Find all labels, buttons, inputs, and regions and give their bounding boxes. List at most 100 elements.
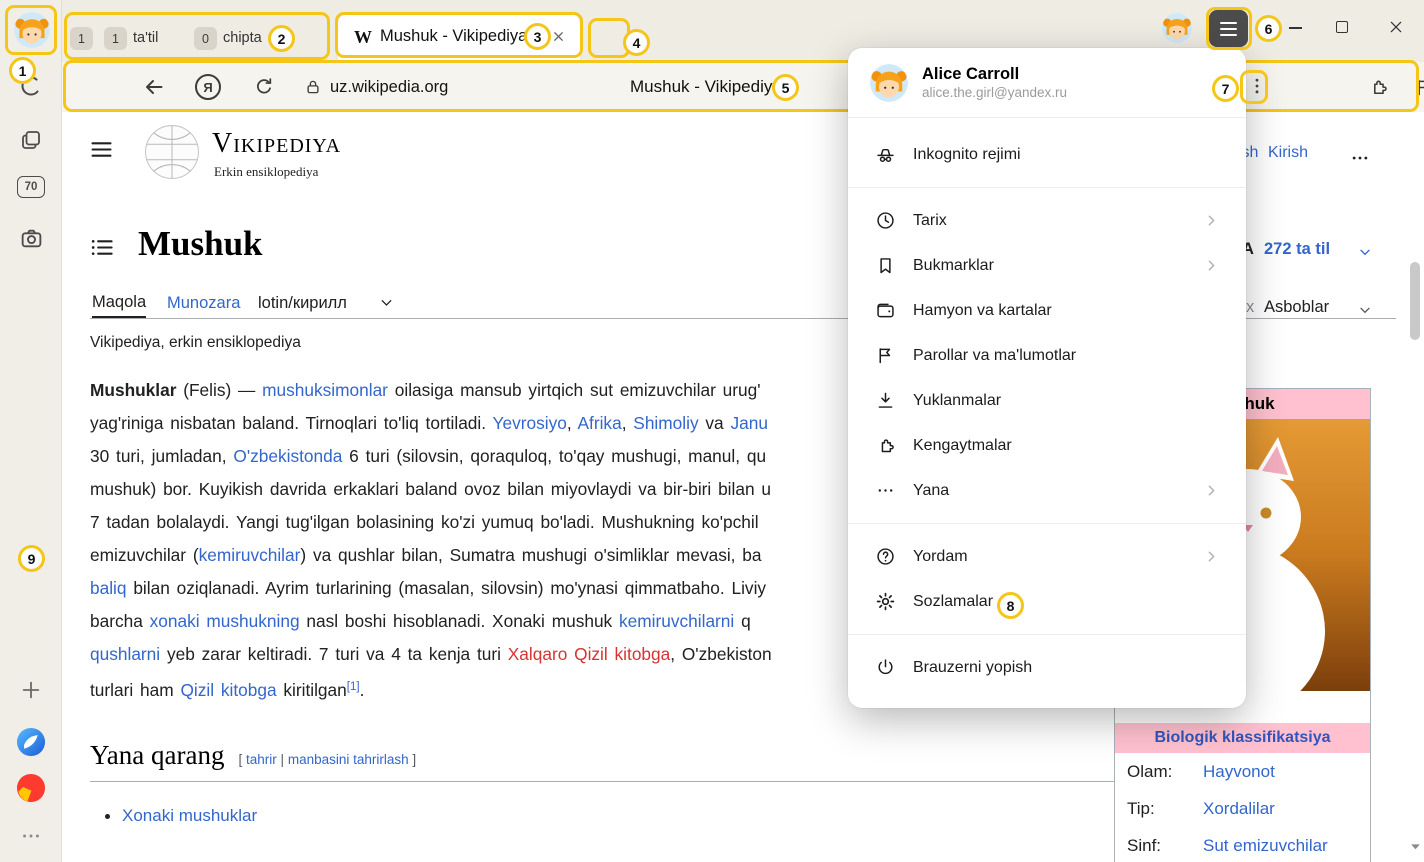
- sidebar-add-icon[interactable]: [0, 676, 62, 704]
- menu-item-settings[interactable]: Sozlamalar: [848, 579, 1246, 624]
- wiki-link[interactable]: Janu: [730, 413, 767, 433]
- pipe: |: [281, 752, 285, 767]
- tab-talk[interactable]: Munozara: [167, 288, 240, 318]
- menu-item-label: Tarix: [913, 212, 947, 230]
- wiki-link[interactable]: O'zbekistonda: [233, 446, 342, 466]
- back-icon[interactable]: [140, 62, 168, 112]
- wiki-link[interactable]: Qizil kitobga: [180, 680, 276, 700]
- sidebar-more-icon[interactable]: [0, 824, 62, 848]
- wiki-link[interactable]: xonaki mushukning: [150, 611, 300, 631]
- chevron-right-icon: [1203, 212, 1220, 229]
- tab-group-label[interactable]: ta'til: [133, 30, 158, 46]
- wiki-link[interactable]: kemiruvchilar: [199, 545, 301, 565]
- list-item: Xonaki mushuklar: [122, 806, 257, 826]
- see-also-link[interactable]: Xonaki mushuklar: [122, 806, 257, 825]
- tab-group-label[interactable]: chipta: [223, 30, 262, 46]
- wiki-link[interactable]: Afrika: [578, 413, 622, 433]
- tab-close-icon[interactable]: [551, 29, 566, 44]
- menu-divider: [848, 634, 1246, 635]
- yandex-icon[interactable]: [0, 772, 62, 804]
- refresh-icon[interactable]: [250, 62, 278, 112]
- wiki-link[interactable]: mushuksimonlar: [262, 380, 388, 400]
- wiki-link[interactable]: [1]: [347, 681, 360, 693]
- wiki-link[interactable]: qushlarni: [90, 644, 160, 664]
- close-button[interactable]: [1386, 17, 1406, 37]
- menu-item-history[interactable]: Tarix: [848, 198, 1246, 243]
- tab-group-badge[interactable]: 1: [104, 27, 127, 50]
- row-value-link[interactable]: Xordalilar: [1203, 799, 1275, 819]
- wiki-link[interactable]: Yevrosiyo: [493, 413, 567, 433]
- article-text: va: [699, 413, 731, 433]
- extensions-icon[interactable]: [1365, 62, 1391, 112]
- url-text[interactable]: uz.wikipedia.org: [330, 62, 448, 112]
- scrollbar-thumb[interactable]: [1410, 262, 1420, 340]
- wiki-link[interactable]: Shimoliy: [633, 413, 698, 433]
- article-text: q: [734, 611, 750, 631]
- profile-name: Alice Carroll: [922, 64, 1067, 84]
- edit-link[interactable]: tahrir: [246, 752, 277, 767]
- tab-variant[interactable]: lotin/кирилл: [258, 288, 347, 318]
- callout-5: 5: [772, 74, 799, 101]
- wiki-hamburger-icon[interactable]: [88, 136, 115, 163]
- article-title: Mushuk: [138, 224, 263, 264]
- row-label: Tip:: [1127, 799, 1203, 819]
- row-label: Olam:: [1127, 762, 1203, 782]
- menu-item-label: Yana: [913, 482, 949, 500]
- scrollbar-down-icon[interactable]: [1409, 840, 1422, 853]
- article-text: 7 tadan bolalaydi. Yangi tug'ilgan bolas…: [90, 512, 759, 532]
- menu-item-extensions[interactable]: Kengaytmalar: [848, 423, 1246, 468]
- menu-item-downloads[interactable]: Yuklanmalar: [848, 378, 1246, 423]
- menu-item-passwords[interactable]: Parollar va ma'lumotlar: [848, 333, 1246, 378]
- edit-source-link[interactable]: manbasini tahrirlash: [288, 752, 409, 767]
- menu-item-quit[interactable]: Brauzerni yopish: [848, 645, 1246, 690]
- contents-icon[interactable]: [88, 234, 115, 261]
- screenshot-icon[interactable]: [0, 224, 62, 252]
- browser-menu-button[interactable]: [1209, 10, 1248, 47]
- tab-article[interactable]: Maqola: [92, 288, 146, 318]
- protect-flag-icon[interactable]: [1410, 62, 1424, 112]
- classification-header[interactable]: Biologik klassifikatsiya: [1115, 723, 1370, 753]
- power-icon: [874, 657, 896, 679]
- minimize-button[interactable]: [1285, 18, 1305, 38]
- yandex-search-icon[interactable]: Я: [194, 62, 222, 112]
- site-title[interactable]: Vikipediya: [212, 128, 341, 160]
- menu-item-wallet[interactable]: Hamyon va kartalar: [848, 288, 1246, 333]
- menu-item-more[interactable]: Yana: [848, 468, 1246, 513]
- scrollbar[interactable]: [1407, 112, 1424, 862]
- row-value-link[interactable]: Sut emizuvchilar: [1203, 836, 1328, 856]
- infobox-row: Tip: Xordalilar: [1115, 790, 1370, 827]
- ya-glyph: Я: [203, 80, 212, 95]
- menu-item-label: Parollar va ma'lumotlar: [913, 347, 1076, 365]
- maximize-button[interactable]: [1332, 17, 1352, 37]
- chevron-down-icon[interactable]: [1357, 302, 1373, 318]
- wiki-link[interactable]: kemiruvchilarni: [619, 611, 734, 631]
- tab-counter[interactable]: 70: [17, 176, 45, 198]
- tools-button[interactable]: Asboblar: [1264, 298, 1329, 317]
- wiki-link[interactable]: baliq: [90, 578, 127, 598]
- languages-button[interactable]: 272 ta til: [1264, 240, 1330, 259]
- page-more-icon[interactable]: [1350, 148, 1370, 168]
- wiki-redlink[interactable]: Xalqaro Qizil kitobga: [508, 644, 671, 664]
- menu-item-label: Yuklanmalar: [913, 392, 1001, 410]
- row-value-link[interactable]: Hayvonot: [1203, 762, 1275, 782]
- tab-group-badge[interactable]: 0: [194, 27, 217, 50]
- menu-item-bookmarks[interactable]: Bukmarklar: [848, 243, 1246, 288]
- tabs-panel-icon[interactable]: [0, 126, 62, 154]
- chevron-down-icon[interactable]: [378, 294, 395, 311]
- window-profile-avatar[interactable]: [1162, 13, 1192, 43]
- login-link[interactable]: Kirish: [1268, 144, 1308, 162]
- yandex-browser-icon[interactable]: [0, 726, 62, 758]
- wallet-icon: [874, 300, 896, 322]
- tab-group-pinned[interactable]: 1: [70, 27, 93, 50]
- article-text: 30 turi, jumladan,: [90, 446, 233, 466]
- sidebar-profile-avatar[interactable]: [14, 12, 50, 48]
- help-icon: [874, 546, 896, 568]
- history-icon: [874, 210, 896, 232]
- wikipedia-logo[interactable]: [144, 124, 200, 180]
- profile-header[interactable]: Alice Carroll alice.the.girl@yandex.ru: [848, 48, 1246, 118]
- lock-icon[interactable]: [302, 62, 324, 112]
- menu-item-help[interactable]: Yordam: [848, 534, 1246, 579]
- chevron-down-icon[interactable]: [1357, 244, 1373, 260]
- menu-item-incognito[interactable]: Inkognito rejimi: [848, 132, 1246, 177]
- profile-more-icon[interactable]: [1247, 76, 1267, 96]
